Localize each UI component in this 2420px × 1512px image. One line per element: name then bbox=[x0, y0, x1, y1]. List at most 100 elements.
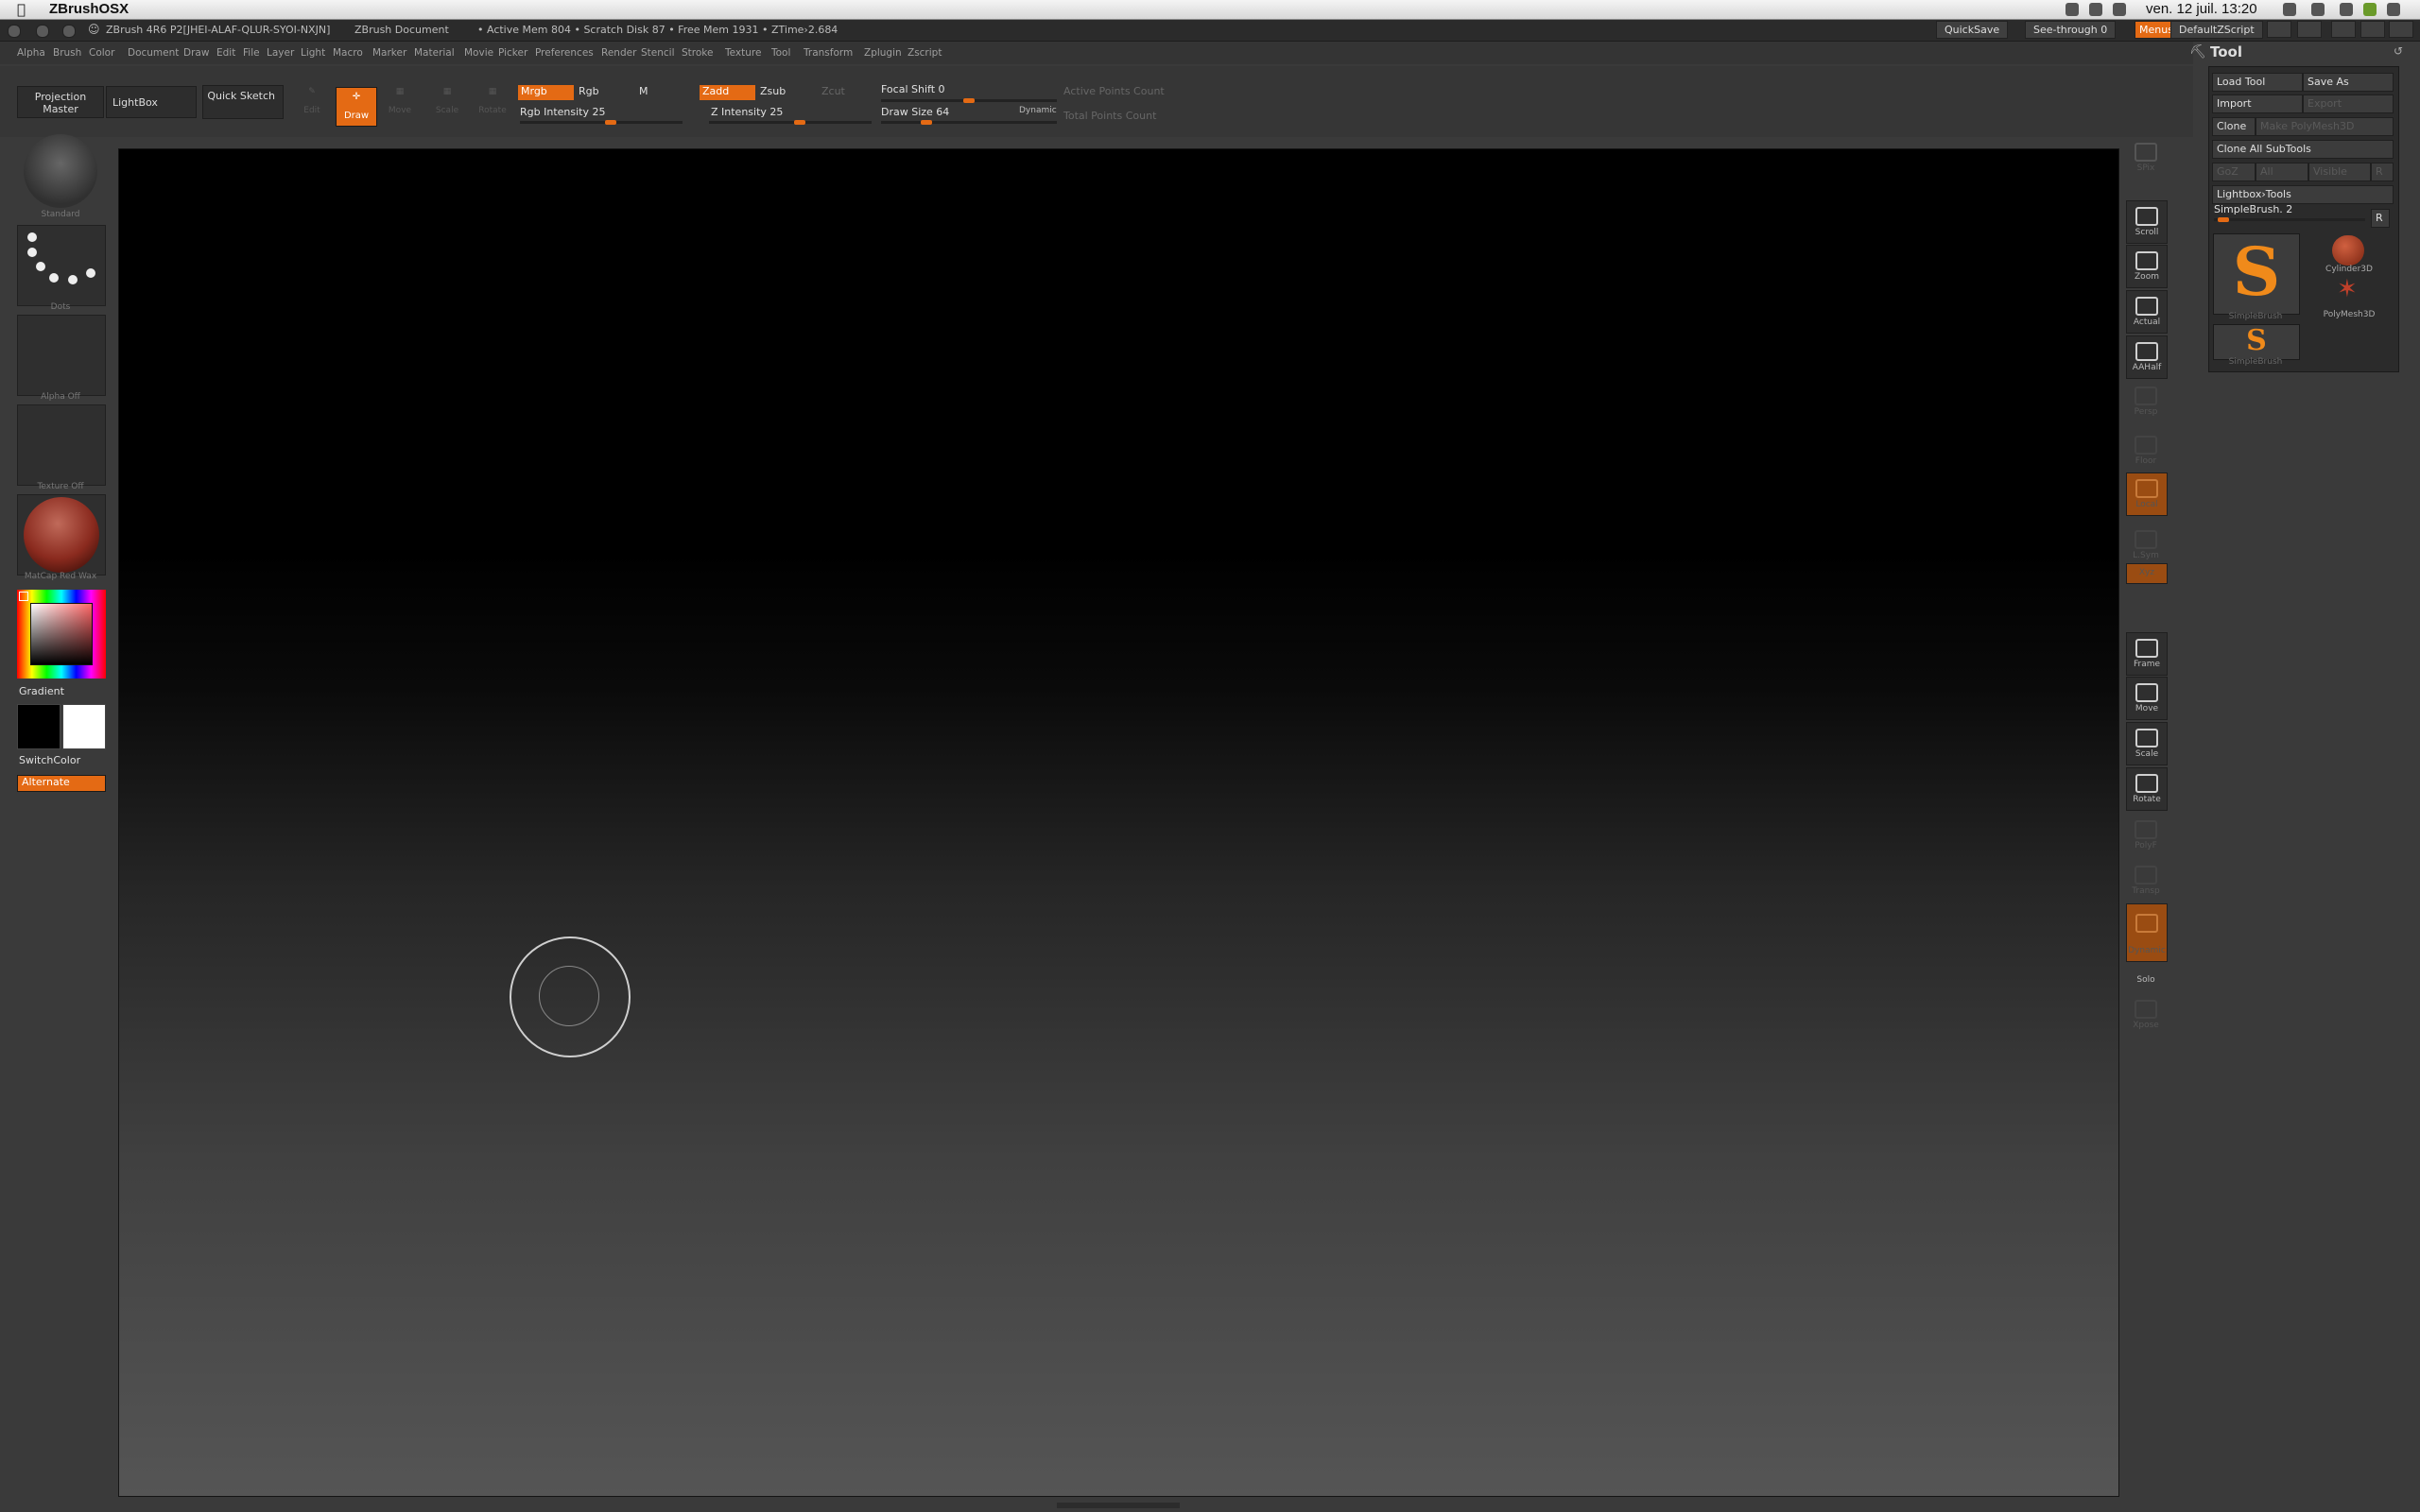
rgb-intensity-slider[interactable] bbox=[520, 120, 683, 125]
color-picker[interactable] bbox=[17, 590, 106, 679]
switch-color-button[interactable]: SwitchColor bbox=[19, 754, 80, 766]
z-intensity-slider[interactable] bbox=[709, 120, 872, 125]
dynamic-toggle[interactable]: Dynamic bbox=[1019, 106, 1057, 115]
lsym-button[interactable]: L.Sym bbox=[2126, 524, 2166, 566]
export-button[interactable]: Export bbox=[2303, 94, 2394, 113]
save-as-button[interactable]: Save As bbox=[2303, 73, 2394, 92]
tool-slider-knob[interactable] bbox=[2218, 217, 2229, 222]
zcut-button[interactable]: Zcut bbox=[821, 85, 845, 97]
menubar-window-icon[interactable] bbox=[2089, 3, 2102, 16]
tool-thumb-simplebrush[interactable]: S bbox=[2213, 233, 2300, 315]
app-name[interactable]: ZBrushOSX bbox=[49, 1, 129, 17]
m-button[interactable]: M bbox=[639, 85, 648, 97]
zadd-button[interactable]: Zadd bbox=[700, 85, 755, 100]
draw-button[interactable]: ✛ Draw bbox=[336, 87, 377, 127]
tool-palette-title[interactable]: Tool bbox=[2210, 43, 2242, 60]
layout-icon[interactable] bbox=[2360, 21, 2385, 38]
tool-r-button[interactable]: R bbox=[2371, 209, 2390, 228]
clone-button[interactable]: Clone bbox=[2212, 117, 2256, 136]
make-polymesh-button[interactable]: Make PolyMesh3D bbox=[2256, 117, 2394, 136]
menu-tool[interactable]: Tool bbox=[771, 47, 790, 59]
clone-all-subtools-button[interactable]: Clone All SubTools bbox=[2212, 140, 2394, 159]
mrgb-button[interactable]: Mrgb bbox=[518, 85, 574, 100]
menu-render[interactable]: Render bbox=[601, 47, 636, 59]
menu-stroke[interactable]: Stroke bbox=[682, 47, 713, 59]
maximize-icon[interactable] bbox=[62, 25, 76, 38]
solo-button[interactable]: Solo bbox=[2126, 962, 2166, 992]
gradient-label[interactable]: Gradient bbox=[19, 685, 64, 697]
primary-color-swatch[interactable] bbox=[17, 704, 60, 749]
menu-texture[interactable]: Texture bbox=[725, 47, 761, 59]
layout-icon[interactable] bbox=[2297, 21, 2322, 38]
scale-button[interactable]: Scale bbox=[2126, 722, 2168, 765]
zsub-button[interactable]: Zsub bbox=[760, 85, 786, 97]
alpha-thumbnail[interactable] bbox=[17, 315, 106, 396]
layout-icon[interactable] bbox=[2267, 21, 2291, 38]
local-button[interactable]: Local bbox=[2126, 472, 2168, 516]
lightbox-tools-button[interactable]: Lightbox›Tools bbox=[2212, 185, 2394, 204]
brush-thumbnail[interactable] bbox=[17, 132, 104, 212]
draw-size-slider[interactable] bbox=[881, 120, 1057, 125]
zoom-button[interactable]: Zoom bbox=[2126, 245, 2168, 288]
transp-button[interactable]: Transp bbox=[2126, 860, 2166, 902]
menu-preferences[interactable]: Preferences bbox=[535, 47, 594, 59]
focal-shift-slider[interactable] bbox=[881, 98, 1057, 103]
menu-color[interactable]: Color bbox=[89, 47, 114, 59]
move-mode-button[interactable]: ▦ Move bbox=[383, 87, 417, 123]
tool-slider[interactable] bbox=[2214, 217, 2365, 222]
z-intensity-knob[interactable] bbox=[794, 120, 805, 125]
menu-alpha[interactable]: Alpha bbox=[17, 47, 45, 59]
import-button[interactable]: Import bbox=[2212, 94, 2303, 113]
menubar-folder-icon[interactable] bbox=[2340, 3, 2353, 16]
menubar-status-icon[interactable] bbox=[2066, 3, 2079, 16]
menu-light[interactable]: Light bbox=[301, 47, 325, 59]
rgb-intensity-knob[interactable] bbox=[605, 120, 616, 125]
texture-thumbnail[interactable] bbox=[17, 404, 106, 486]
menu-layer[interactable]: Layer bbox=[267, 47, 294, 59]
cylinder3d-icon[interactable] bbox=[2332, 235, 2364, 266]
menu-document[interactable]: Document bbox=[128, 47, 179, 59]
menu-marker[interactable]: Marker bbox=[372, 47, 406, 59]
menubar-clock[interactable]: ven. 12 juil. 13:20 bbox=[2146, 1, 2257, 17]
goz-r-button[interactable]: R bbox=[2371, 163, 2394, 181]
minimize-icon[interactable] bbox=[36, 25, 49, 38]
floor-button[interactable]: Floor bbox=[2126, 430, 2166, 472]
persp-button[interactable]: Persp bbox=[2126, 381, 2166, 422]
stroke-thumbnail[interactable] bbox=[17, 225, 106, 306]
menubar-user-icon[interactable] bbox=[2283, 3, 2296, 16]
draw-size-knob[interactable] bbox=[921, 120, 932, 125]
menu-stencil[interactable]: Stencil bbox=[641, 47, 675, 59]
projection-master-button[interactable]: Projection Master bbox=[17, 86, 104, 118]
rotate-mode-button[interactable]: ▦ Rotate bbox=[475, 87, 510, 123]
frame-button[interactable]: Frame bbox=[2126, 632, 2168, 676]
menubar-spotlight-icon[interactable] bbox=[2387, 3, 2400, 16]
menu-zplugin[interactable]: Zplugin bbox=[864, 47, 902, 59]
palette-refresh-icon[interactable]: ↺ bbox=[2394, 44, 2403, 58]
lightbox-button[interactable]: LightBox bbox=[106, 86, 197, 118]
layout-icon[interactable] bbox=[2389, 21, 2413, 38]
xpose-button[interactable]: Xpose bbox=[2126, 994, 2166, 1036]
spix-button[interactable]: SPix bbox=[2126, 137, 2166, 179]
menubar-eject-icon[interactable] bbox=[2113, 3, 2126, 16]
menubar-green-icon[interactable] bbox=[2363, 3, 2377, 16]
edit-button[interactable]: ✎ Edit bbox=[295, 87, 329, 123]
actual-button[interactable]: Actual bbox=[2126, 290, 2168, 334]
rotate-button[interactable]: Rotate bbox=[2126, 767, 2168, 811]
color-square[interactable] bbox=[30, 603, 93, 665]
xyz-button[interactable]: Xyz bbox=[2126, 563, 2168, 584]
menu-material[interactable]: Material bbox=[414, 47, 455, 59]
rgb-button[interactable]: Rgb bbox=[579, 85, 599, 97]
move-button[interactable]: Move bbox=[2126, 677, 2168, 720]
document-canvas[interactable] bbox=[118, 148, 2119, 1497]
menu-brush[interactable]: Brush bbox=[53, 47, 81, 59]
quicksave-button[interactable]: QuickSave bbox=[1936, 21, 2009, 39]
menu-edit[interactable]: Edit bbox=[216, 47, 235, 59]
alternate-button[interactable]: Alternate bbox=[17, 775, 106, 792]
load-tool-button[interactable]: Load Tool bbox=[2212, 73, 2303, 92]
layout-icon[interactable] bbox=[2331, 21, 2356, 38]
menu-macro[interactable]: Macro bbox=[333, 47, 363, 59]
menu-draw[interactable]: Draw bbox=[183, 47, 209, 59]
bottom-tray-handle[interactable] bbox=[1057, 1503, 1180, 1508]
menu-file[interactable]: File bbox=[243, 47, 260, 59]
quick-sketch-button[interactable]: Quick Sketch bbox=[202, 85, 284, 119]
